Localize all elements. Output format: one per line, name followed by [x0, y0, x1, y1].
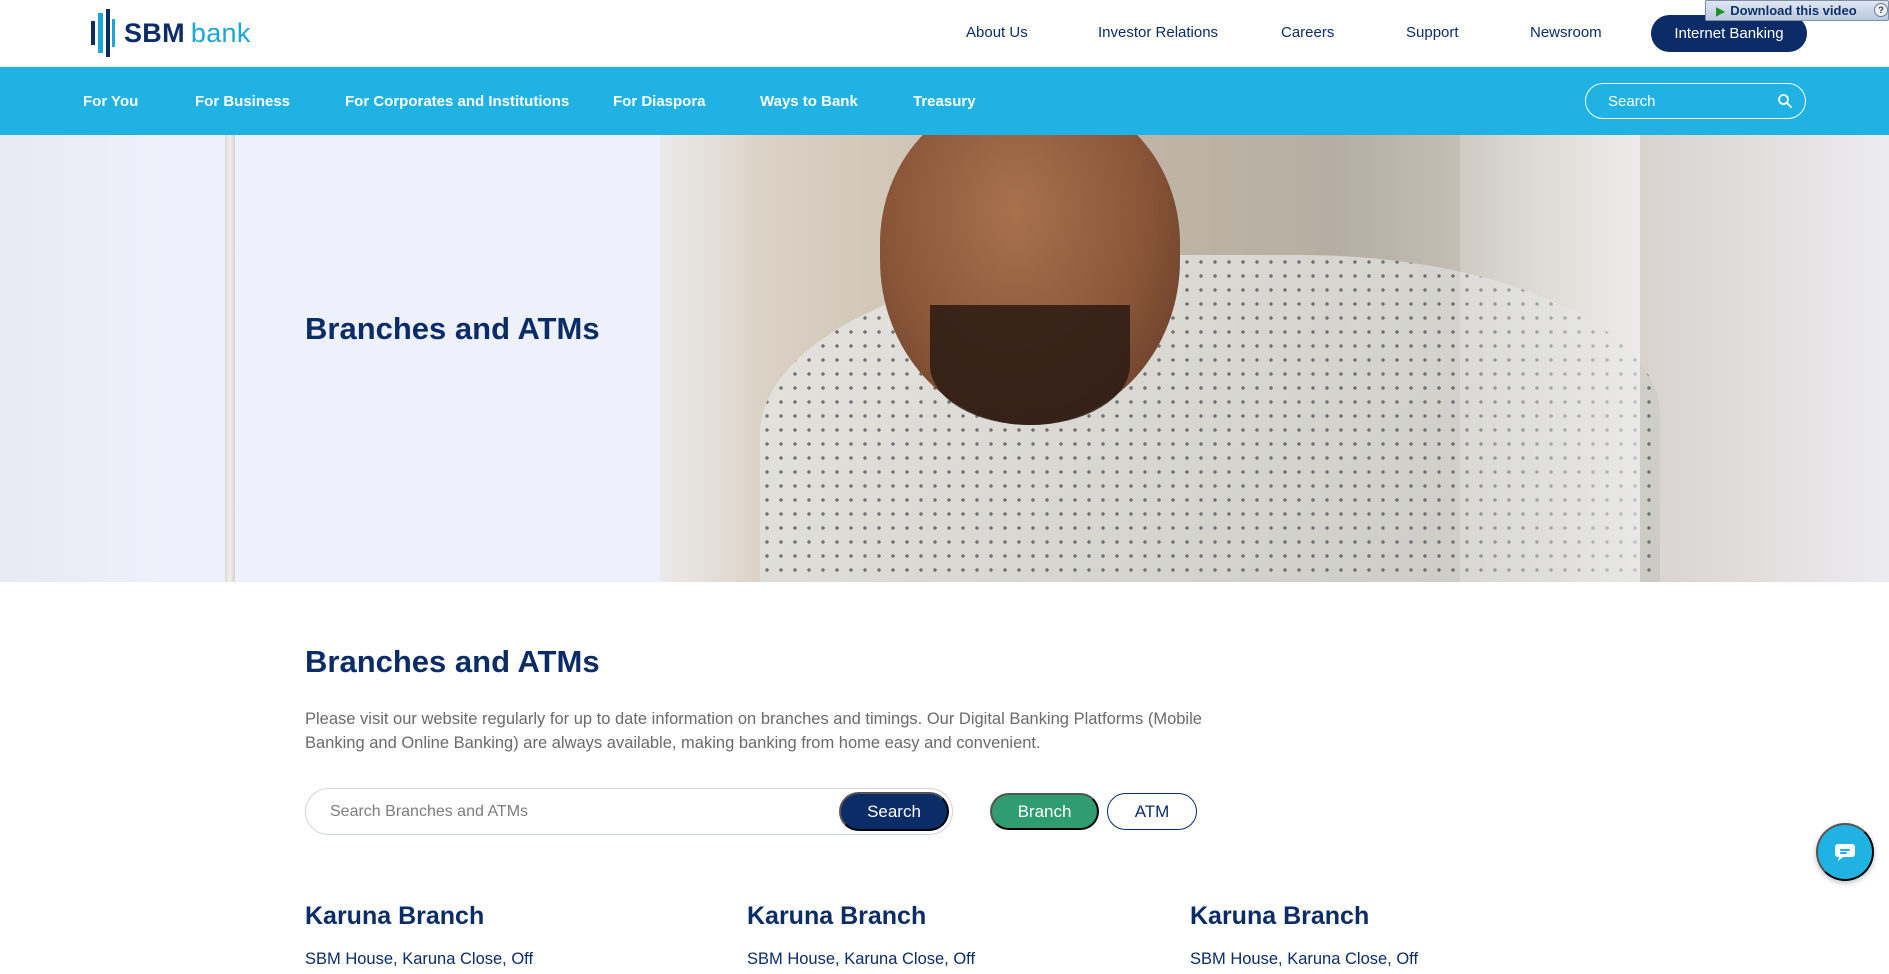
link-newsroom[interactable]: Newsroom: [1530, 24, 1602, 41]
branch-address: SBM House, Karuna Close, Off: [305, 950, 534, 968]
branch-card: Karuna Branch SBM House, Karuna Close, O…: [305, 902, 725, 969]
link-support[interactable]: Support: [1406, 24, 1459, 41]
nav-item-treasury[interactable]: Treasury: [913, 93, 976, 110]
hero-photo-window: [1460, 135, 1640, 582]
hero-photo-beard: [930, 305, 1130, 425]
branch-address: SBM House, Karuna Close, Off: [1190, 950, 1419, 968]
hero-decor-post: [225, 135, 235, 582]
nav-search-input[interactable]: [1608, 92, 1768, 110]
main-nav: For You For Business For Corporates and …: [0, 67, 1889, 135]
branch-card: Karuna Branch SBM House, Karuna Close, O…: [1190, 902, 1610, 969]
filter-branch-button[interactable]: Branch: [990, 793, 1099, 830]
nav-search-box: [1585, 83, 1806, 119]
hero-title: Branches and ATMs: [305, 311, 600, 346]
intro-text: Please visit our website regularly for u…: [305, 710, 1202, 752]
nav-item-for-business[interactable]: For Business: [195, 93, 290, 110]
chat-button[interactable]: [1816, 823, 1874, 881]
link-investor-relations[interactable]: Investor Relations: [1098, 24, 1218, 41]
filter-atm-button[interactable]: ATM: [1107, 793, 1197, 830]
hero-banner: Branches and ATMs: [0, 135, 1889, 582]
download-video-close[interactable]: ?: [1874, 3, 1888, 17]
play-icon: ▶: [1716, 3, 1726, 18]
link-about-us[interactable]: About Us: [966, 24, 1028, 41]
branch-name[interactable]: Karuna Branch: [747, 902, 1167, 931]
hero-photo-fade: [560, 135, 760, 582]
branch-name[interactable]: Karuna Branch: [1190, 902, 1610, 931]
utility-nav: About Us Investor Relations Careers Supp…: [0, 0, 1889, 67]
link-careers[interactable]: Careers: [1281, 24, 1334, 41]
search-icon[interactable]: [1777, 93, 1793, 109]
nav-item-for-you[interactable]: For You: [83, 93, 138, 110]
branch-search-box: Search: [305, 788, 953, 835]
branch-search-button[interactable]: Search: [839, 792, 949, 831]
branch-card: Karuna Branch SBM House, Karuna Close, O…: [747, 902, 1167, 969]
download-video-label: Download this video: [1730, 3, 1857, 18]
top-header: SBM bank About Us Investor Relations Care…: [0, 0, 1889, 67]
nav-item-for-diaspora[interactable]: For Diaspora: [613, 93, 706, 110]
nav-item-for-corporates[interactable]: For Corporates and Institutions: [345, 93, 569, 110]
branch-name[interactable]: Karuna Branch: [305, 902, 725, 931]
download-video-bar[interactable]: ▶ Download this video ?: [1705, 0, 1889, 21]
chat-icon: [1835, 844, 1855, 861]
nav-item-ways-to-bank[interactable]: Ways to Bank: [760, 93, 858, 110]
page-title: Branches and ATMs: [305, 644, 600, 679]
branch-search-input[interactable]: [330, 802, 830, 821]
branch-address: SBM House, Karuna Close, Off: [747, 950, 976, 968]
hero-background: [0, 135, 240, 582]
